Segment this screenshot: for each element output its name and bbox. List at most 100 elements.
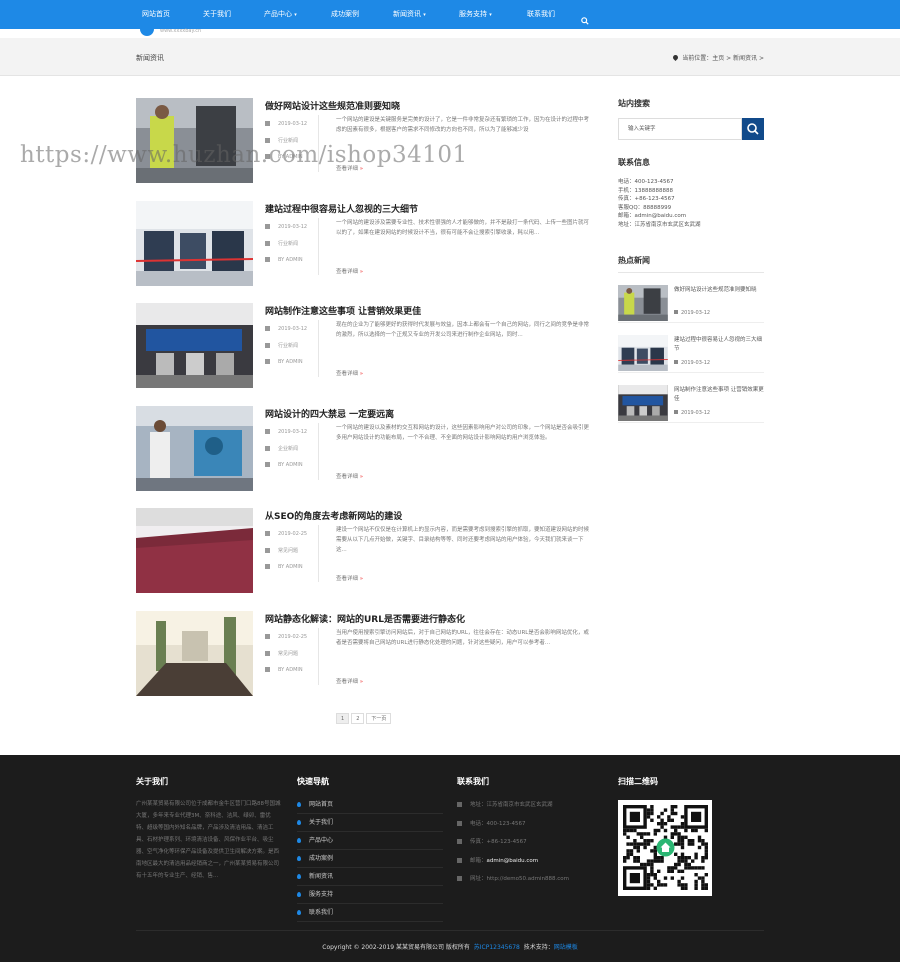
nav-item-cases[interactable]: 成功案例: [331, 0, 359, 29]
logo-url-text: www.xxxxbay.cn: [160, 28, 202, 34]
read-more-link[interactable]: 查看详细 »: [336, 369, 363, 377]
water-drop-icon: [297, 838, 301, 843]
logo-icon[interactable]: [140, 29, 154, 36]
user-icon: [265, 564, 270, 570]
nav-item-service[interactable]: 服务支持 ▾: [459, 0, 492, 29]
location-pin-icon: [672, 53, 680, 62]
news-category[interactable]: 常见问题: [265, 650, 298, 657]
news-date: 2019-02-25: [265, 531, 307, 537]
news-category[interactable]: 企业新闻: [265, 445, 298, 452]
icp-link[interactable]: 苏ICP12345678: [474, 944, 520, 951]
news-category[interactable]: 常见问题: [265, 547, 298, 554]
calendar-icon: [265, 223, 270, 229]
nav-item-home[interactable]: 网站首页: [142, 0, 170, 29]
footer-quick-title: 快速导航: [297, 777, 329, 786]
footer-qr-title: 扫描二维码: [618, 777, 658, 786]
hot-news-item[interactable]: 做好网站设计这些规范准则要知晓 2019-03-12: [618, 285, 764, 323]
nav-item-news[interactable]: 新闻资讯 ▾: [393, 0, 426, 29]
contact-phone: 电话：400-123-4567: [618, 179, 674, 185]
nav-item-contact[interactable]: 联系我们: [527, 0, 555, 29]
read-more-link[interactable]: 查看详细 »: [336, 677, 363, 685]
footer-contact-title: 联系我们: [457, 777, 489, 786]
news-title-link[interactable]: 网站制作注意这些事项 让营销效果更佳: [265, 304, 421, 317]
tag-icon: [265, 445, 270, 451]
footer-divider: [136, 930, 764, 931]
nav-item-products[interactable]: 产品中心 ▾: [264, 0, 297, 29]
pagination: 1 2 下一页: [336, 713, 393, 724]
footer-quick-link[interactable]: 服务支持: [297, 886, 443, 904]
news-author: BY ADMIN: [265, 359, 303, 365]
news-date: 2019-03-12: [265, 121, 307, 127]
footer-quick-link[interactable]: 产品中心: [297, 832, 443, 850]
news-title-link[interactable]: 做好网站设计这些规范准则要知晓: [265, 99, 400, 112]
caret-down-icon: ▾: [489, 12, 492, 18]
news-thumbnail[interactable]: [136, 200, 253, 286]
hot-news-date: 2019-03-12: [674, 310, 710, 316]
divider: [618, 272, 764, 273]
calendar-icon: [265, 326, 270, 332]
news-thumbnail[interactable]: [136, 508, 253, 594]
tag-icon: [265, 240, 270, 246]
search-title: 站内搜索: [618, 99, 650, 108]
breadcrumb-bar: 新闻资讯 当前位置：主页 > 新闻资讯 >: [0, 38, 900, 76]
hot-news-thumbnail[interactable]: [618, 385, 668, 421]
news-thumbnail[interactable]: [136, 98, 253, 183]
page-1-button[interactable]: 1: [336, 713, 350, 724]
news-title-link[interactable]: 网站静态化解读：网站的URL是否需要进行静态化: [265, 612, 465, 625]
hot-news-title[interactable]: 建站过程中很容易让人忽视的三大细节: [674, 336, 764, 354]
breadcrumb[interactable]: 当前位置：主页 > 新闻资讯 >: [672, 53, 764, 62]
next-page-button[interactable]: 下一页: [366, 713, 392, 724]
hot-news-date: 2019-03-12: [674, 360, 710, 366]
user-icon: [265, 256, 270, 262]
hot-news-title[interactable]: 做好网站设计这些规范准则要知晓: [674, 286, 764, 295]
double-chevron-right-icon: »: [359, 473, 364, 480]
news-excerpt: 现在的企业为了能够更好的获得时代发展与效益，因本上都会有一个自己的网站，同行之间…: [336, 322, 590, 339]
news-title-link[interactable]: 从SEO的角度去考虑新网站的建设: [265, 509, 402, 522]
tag-icon: [265, 343, 270, 349]
hot-news-item[interactable]: 网站制作注意这些事项 让营销效果更佳 2019-03-12: [618, 385, 764, 423]
news-thumbnail[interactable]: [136, 303, 253, 389]
double-chevron-right-icon: »: [359, 268, 364, 275]
search-button[interactable]: [742, 118, 764, 140]
nav-item-about[interactable]: 关于我们: [203, 0, 231, 29]
news-excerpt: 当用户使用搜索引擎访问网站后，对于自己网站的URL，往往会存在：动态URL是否会…: [336, 630, 589, 646]
top-navigation: 网站首页 关于我们 产品中心 ▾ 成功案例 新闻资讯 ▾ 服务支持 ▾ 联系我们: [0, 0, 900, 29]
tech-support-link[interactable]: 网站模板: [554, 944, 578, 951]
news-category[interactable]: 行业新闻: [265, 342, 298, 349]
footer-quick-link[interactable]: 网站首页: [297, 796, 443, 814]
user-icon: [265, 359, 270, 365]
news-thumbnail[interactable]: [136, 611, 253, 696]
hot-news-thumbnail[interactable]: [618, 335, 668, 371]
footer-quick-link[interactable]: 关于我们: [297, 814, 443, 832]
footer-quick-link[interactable]: 新闻资讯: [297, 868, 443, 886]
search-input[interactable]: 输入关键字: [618, 118, 742, 140]
read-more-link[interactable]: 查看详细 »: [336, 472, 363, 480]
news-item: 网站设计的四大禁忌 一定要远离 2019-03-12 企业新闻 BY ADMIN 一个网…: [136, 405, 596, 491]
footer-contact-phone: 电话：400-123-4567: [457, 815, 603, 833]
double-chevron-right-icon: »: [359, 679, 364, 685]
tag-icon: [265, 548, 270, 554]
calendar-icon: [674, 310, 678, 314]
news-item: 网站制作注意这些事项 让营销效果更佳 2019-03-12 行业新闻 BY ADMIN…: [136, 303, 596, 389]
read-more-link[interactable]: 查看详细 »: [336, 267, 363, 275]
footer-about-text: 广州某某贸易有限公司位于成都市金牛区营门口路88号国城大厦，多年来专业代理3M、…: [136, 801, 281, 879]
contact-title: 联系信息: [618, 158, 650, 167]
news-thumbnail[interactable]: [136, 405, 253, 491]
contact-info: 电话：400-123-4567 手机：13888888888 传真：+86-12…: [618, 178, 701, 230]
divider: [318, 422, 319, 480]
user-icon: [265, 667, 270, 672]
nav-search-icon[interactable]: [581, 9, 589, 25]
footer-quick-link[interactable]: 联系我们: [297, 904, 443, 922]
read-more-link[interactable]: 查看详细 »: [336, 574, 363, 582]
hot-news-title[interactable]: 网站制作注意这些事项 让营销效果更佳: [674, 386, 764, 404]
news-item: 网站静态化解读：网站的URL是否需要进行静态化 2019-02-25 常见问题 BY …: [136, 611, 596, 696]
news-title-link[interactable]: 建站过程中很容易让人忽视的三大细节: [265, 202, 418, 215]
news-title-link[interactable]: 网站设计的四大禁忌 一定要远离: [265, 407, 394, 420]
news-category[interactable]: 行业新闻: [265, 240, 298, 247]
footer-quick-link[interactable]: 成功案例: [297, 850, 443, 868]
hot-news-thumbnail[interactable]: [618, 285, 668, 321]
page-2-button[interactable]: 2: [351, 713, 365, 724]
hot-news-title: 热点新闻: [618, 256, 650, 265]
hot-news-item[interactable]: 建站过程中很容易让人忽视的三大细节 2019-03-12: [618, 335, 764, 373]
water-drop-icon: [297, 892, 301, 897]
